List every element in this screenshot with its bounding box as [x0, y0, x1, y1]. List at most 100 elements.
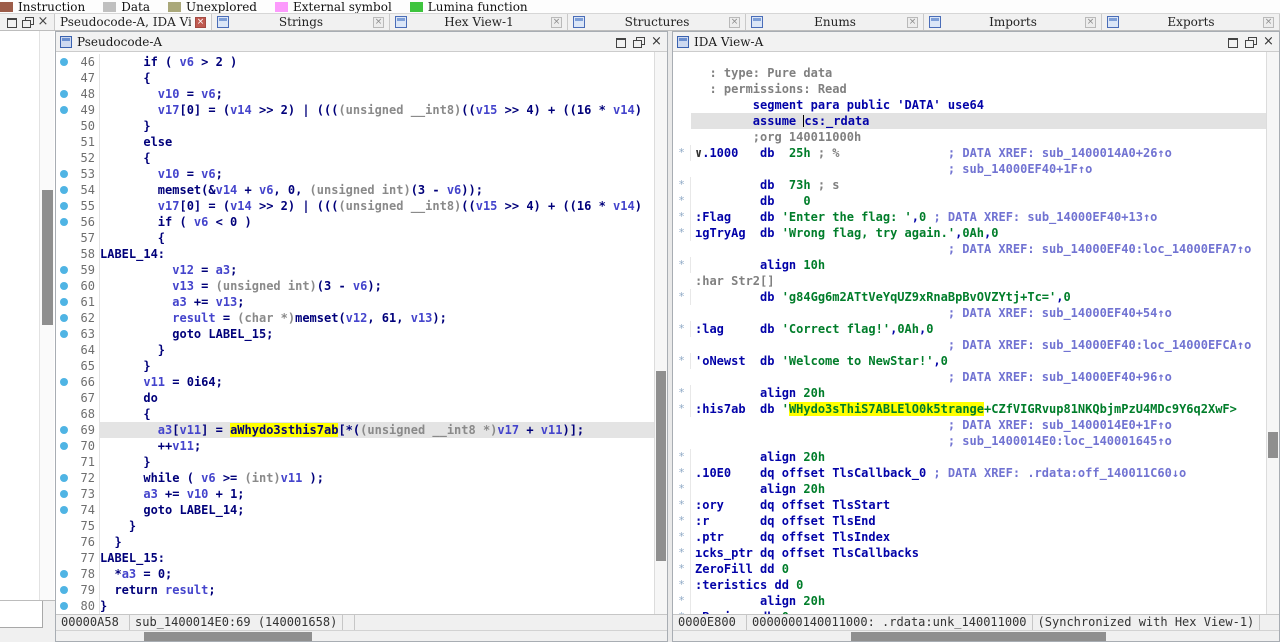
scrollbar-thumb[interactable]	[1268, 432, 1278, 458]
disasm-line[interactable]: * db 0	[673, 193, 1266, 209]
disasm-line[interactable]: * :teristics dd 0	[673, 577, 1266, 593]
disasm-line[interactable]: * :r dq offset TlsEnd	[673, 513, 1266, 529]
pseudocode-line[interactable]: 66 v11 = 0i64;	[56, 374, 654, 390]
disasm-line[interactable]: * align 20h	[673, 449, 1266, 465]
line-gutter[interactable]: 77	[56, 550, 100, 566]
pseudocode-line[interactable]: 69 a3[v11] = aWhydo3sthis7ab[*((unsigned…	[56, 422, 654, 438]
window-tab[interactable]: Enums ×	[746, 14, 924, 30]
disasm-line[interactable]: * ;org 140011000h	[673, 129, 1266, 145]
disasm-line[interactable]: * :lag db 'Correct flag!',0Ah,0	[673, 321, 1266, 337]
line-gutter[interactable]: 65	[56, 358, 100, 374]
line-gutter[interactable]: 79	[56, 582, 100, 598]
disasm-line[interactable]: * ıcks_ptr dq offset TlsCallbacks	[673, 545, 1266, 561]
disasm-line[interactable]: * :his7ab db 'WHydo3sThiS7ABLElO0k5trang…	[673, 401, 1266, 417]
pseudocode-line[interactable]: 64 }	[56, 342, 654, 358]
line-gutter[interactable]: 56	[56, 214, 100, 230]
window-tab[interactable]: Hex View-1 ×	[390, 14, 568, 30]
pseudocode-line[interactable]: 65 }	[56, 358, 654, 374]
line-gutter[interactable]: 46	[56, 54, 100, 70]
scrollbar-thumb[interactable]	[144, 632, 312, 641]
ida-view-titlebar[interactable]: IDA View-A ×	[673, 32, 1279, 52]
pseudocode-line[interactable]: 53 v10 = v6;	[56, 166, 654, 182]
pseudocode-line[interactable]: 79 return result;	[56, 582, 654, 598]
disasm-line[interactable]: * ıgTryAg db 'Wrong flag, try again.',0A…	[673, 225, 1266, 241]
pseudocode-line[interactable]: 76 }	[56, 534, 654, 550]
line-gutter[interactable]: 61	[56, 294, 100, 310]
disasm-line[interactable]: * ; sub_1400014E0:loc_140001645↑o	[673, 433, 1266, 449]
pseudocode-line[interactable]: 46 if ( v6 > 2 )	[56, 54, 654, 70]
line-gutter[interactable]: 58	[56, 246, 100, 262]
restore-icon[interactable]	[632, 36, 645, 48]
line-gutter[interactable]: 71	[56, 454, 100, 470]
disasm-line[interactable]: * ; DATA XREF: sub_14000EF40:loc_14000EF…	[673, 241, 1266, 257]
dock-scrollbar-thumb[interactable]	[42, 190, 53, 325]
scrollbar-thumb[interactable]	[851, 632, 1106, 641]
pseudocode-line[interactable]: 54 memset(&v14 + v6, 0, (unsigned int)(3…	[56, 182, 654, 198]
maximize-icon[interactable]	[614, 36, 627, 48]
disassembly-view[interactable]: * : type: Pure data * : permissions: Rea…	[673, 52, 1266, 614]
disasm-line[interactable]: * db 'g84Gg6m2ATtVeYqUZ9xRnaBpBvOVZYtj+T…	[673, 289, 1266, 305]
disasm-line[interactable]: * align 20h	[673, 481, 1266, 497]
line-gutter[interactable]: 69	[56, 422, 100, 438]
pseudocode-line[interactable]: 78 *a3 = 0;	[56, 566, 654, 582]
disasm-line[interactable]: * ZeroFill dd 0	[673, 561, 1266, 577]
tab-close-icon[interactable]: ×	[551, 17, 562, 28]
pseudocode-line[interactable]: 60 v13 = (unsigned int)(3 - v6);	[56, 278, 654, 294]
pseudocode-line[interactable]: 77 LABEL_15:	[56, 550, 654, 566]
tab-close-icon[interactable]: ×	[907, 17, 918, 28]
disasm-line[interactable]: * align 20h	[673, 385, 1266, 401]
disasm-line[interactable]: * align 20h	[673, 593, 1266, 609]
window-tab[interactable]: Structures ×	[568, 14, 746, 30]
pseudocode-line[interactable]: 61 a3 += v13;	[56, 294, 654, 310]
disasm-line[interactable]: * align 10h	[673, 257, 1266, 273]
restore-icon[interactable]	[1244, 36, 1257, 48]
window-tab[interactable]: Strings ×	[212, 14, 390, 30]
line-gutter[interactable]: 54	[56, 182, 100, 198]
disasm-line[interactable]: * ; DATA XREF: sub_1400014E0+1F↑o	[673, 417, 1266, 433]
line-gutter[interactable]: 52	[56, 150, 100, 166]
line-gutter[interactable]: 78	[56, 566, 100, 582]
pseudocode-line[interactable]: 68 {	[56, 406, 654, 422]
disasm-line[interactable]: * :ory dq offset TlsStart	[673, 497, 1266, 513]
disasm-line[interactable]: * : type: Pure data	[673, 65, 1266, 81]
pseudocode-line[interactable]: 72 while ( v6 >= (int)v11 );	[56, 470, 654, 486]
pseudocode-line[interactable]: 57 {	[56, 230, 654, 246]
line-gutter[interactable]: 67	[56, 390, 100, 406]
pseudocode-line[interactable]: 75 }	[56, 518, 654, 534]
pseudocode-line[interactable]: 62 result = (char *)memset(v12, 61, v13)…	[56, 310, 654, 326]
pseudocode-line[interactable]: 80 }	[56, 598, 654, 614]
line-gutter[interactable]: 73	[56, 486, 100, 502]
pseudocode-line[interactable]: 59 v12 = a3;	[56, 262, 654, 278]
disasm-line[interactable]: * ; DATA XREF: sub_14000EF40+96↑o	[673, 369, 1266, 385]
line-gutter[interactable]: 80	[56, 598, 100, 614]
disasm-line[interactable]: * :Flag db 'Enter the flag: ',0 ; DATA X…	[673, 209, 1266, 225]
line-gutter[interactable]: 57	[56, 230, 100, 246]
close-icon[interactable]: ×	[650, 36, 663, 48]
pseudocode-vertical-scrollbar[interactable]	[654, 52, 667, 614]
line-gutter[interactable]: 49	[56, 102, 100, 118]
pseudocode-line[interactable]: 73 a3 += v10 + 1;	[56, 486, 654, 502]
pseudocode-line[interactable]: 48 v10 = v6;	[56, 86, 654, 102]
pseudocode-line[interactable]: 56 if ( v6 < 0 )	[56, 214, 654, 230]
line-gutter[interactable]: 70	[56, 438, 100, 454]
line-gutter[interactable]: 47	[56, 70, 100, 86]
line-gutter[interactable]: 55	[56, 198, 100, 214]
line-gutter[interactable]: 72	[56, 470, 100, 486]
tab-close-icon[interactable]: ×	[1263, 17, 1274, 28]
ida-view-vertical-scrollbar[interactable]	[1266, 52, 1279, 614]
disasm-line[interactable]: * :har Str2[]	[673, 273, 1266, 289]
maximize-icon[interactable]	[1226, 36, 1239, 48]
line-gutter[interactable]: 75	[56, 518, 100, 534]
line-gutter[interactable]: 62	[56, 310, 100, 326]
pseudocode-line[interactable]: 55 v17[0] = (v14 >> 2) | ((((unsigned __…	[56, 198, 654, 214]
pseudocode-line[interactable]: 52 {	[56, 150, 654, 166]
pseudocode-line[interactable]: 74 goto LABEL_14;	[56, 502, 654, 518]
window-tab[interactable]: Exports ×	[1102, 14, 1280, 30]
disasm-line[interactable]: * segment para public 'DATA' use64	[673, 97, 1266, 113]
window-tab[interactable]: Pseudocode-A, IDA View-A ×	[55, 14, 212, 30]
pseudocode-line[interactable]: 49 v17[0] = (v14 >> 2) | ((((unsigned __…	[56, 102, 654, 118]
line-gutter[interactable]: 51	[56, 134, 100, 150]
restore-icon[interactable]	[21, 16, 34, 28]
tab-close-icon[interactable]: ×	[1085, 17, 1096, 28]
close-icon[interactable]: ×	[1262, 36, 1275, 48]
